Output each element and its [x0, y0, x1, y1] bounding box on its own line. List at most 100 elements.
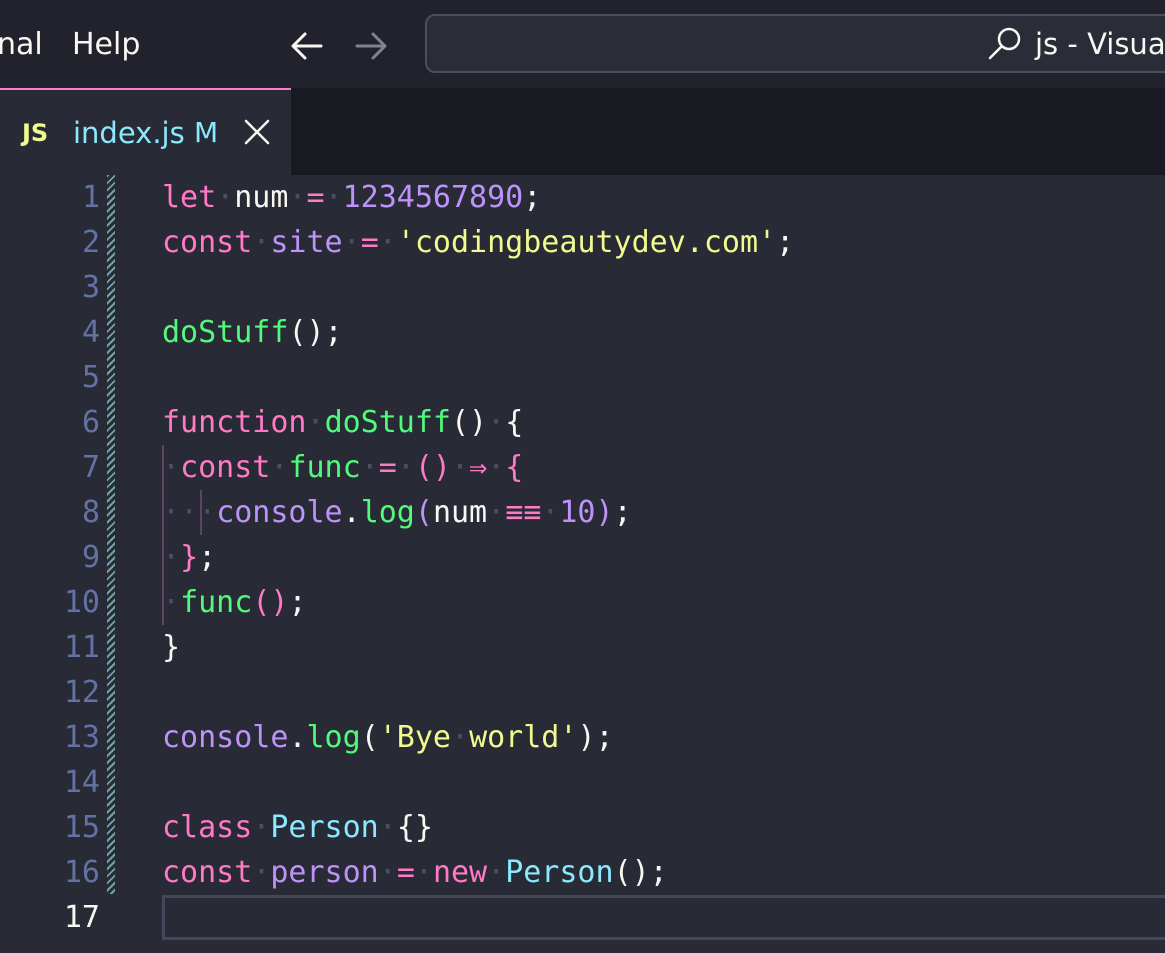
code-token: ·	[162, 540, 181, 575]
line-number: 14	[63, 765, 100, 800]
line-number: 12	[63, 675, 100, 710]
code-token: ·	[162, 495, 181, 530]
code-token: 10	[559, 495, 596, 530]
code-token: ·	[288, 180, 307, 215]
code-token: console	[216, 495, 343, 530]
code-token: ·	[162, 585, 181, 620]
code-token: ·	[378, 810, 397, 845]
code-line[interactable]: }	[162, 625, 180, 670]
window-title: js - Visual	[1035, 27, 1165, 61]
code-line[interactable]: ·func();	[162, 580, 307, 625]
code-token: 'codingbeautydev.com'	[396, 225, 777, 260]
current-line-highlight	[162, 895, 1165, 940]
code-token: {}	[396, 810, 433, 845]
code-token: ·	[252, 810, 271, 845]
code-token: new	[432, 855, 488, 890]
code-token: ;	[198, 540, 217, 575]
code-token: ·	[414, 855, 433, 890]
code-line[interactable]: console.log('Bye·world');	[162, 715, 614, 760]
code-token: ()	[451, 405, 488, 440]
code-line[interactable]: ·};	[162, 535, 216, 580]
code-token: num	[432, 495, 488, 530]
code-token: ·	[360, 450, 379, 485]
code-token: (	[414, 495, 433, 530]
code-token: {	[505, 450, 524, 485]
code-token: ·	[324, 180, 343, 215]
code-token: const	[162, 855, 253, 890]
line-number: 4	[81, 315, 100, 350]
code-token: ·	[451, 720, 470, 755]
code-token: ·	[270, 450, 289, 485]
code-token: }	[180, 540, 199, 575]
code-token: doStuff	[324, 405, 451, 440]
line-number: 15	[63, 810, 100, 845]
code-token: =	[396, 855, 415, 890]
line-number: 16	[63, 855, 100, 890]
code-token: ·	[198, 495, 217, 530]
code-line[interactable]: let·num·=·1234567890;	[162, 175, 541, 220]
code-token: ·	[487, 855, 506, 890]
line-number: 9	[81, 540, 100, 575]
tab-index-js[interactable]: JS index.js M	[0, 88, 291, 175]
close-icon[interactable]	[243, 118, 271, 146]
code-token: site	[270, 225, 343, 260]
code-token: ()	[414, 450, 451, 485]
code-token: {	[505, 405, 524, 440]
code-token: ·	[216, 180, 235, 215]
code-line[interactable]: const·site·=·'codingbeautydev.com';	[162, 220, 794, 265]
code-line[interactable]: const·person·=·new·Person();	[162, 850, 668, 895]
code-token: ·	[252, 855, 271, 890]
code-line[interactable]: class·Person·{}	[162, 805, 433, 850]
line-number: 5	[81, 360, 100, 395]
code-token: .	[288, 720, 307, 755]
code-token: );	[577, 720, 614, 755]
line-number: 11	[63, 630, 100, 665]
code-token: =	[360, 225, 379, 260]
line-number: 2	[81, 225, 100, 260]
code-editor[interactable]: 1 2 3 4 5 6 7 8 9 10 11 12 13 14 15 16 17 let·num·=·1234…	[0, 175, 1165, 953]
code-token: ·	[487, 450, 506, 485]
code-token: ·	[378, 225, 397, 260]
modified-lines-indicator[interactable]	[107, 175, 115, 894]
code-token: doStuff	[162, 315, 289, 350]
line-number: 6	[81, 405, 100, 440]
back-arrow-icon[interactable]	[287, 26, 327, 66]
code-token: function	[162, 405, 307, 440]
code-line[interactable]: function·doStuff()·{	[162, 400, 523, 445]
code-token: }	[162, 630, 181, 665]
line-number-gutter[interactable]: 1 2 3 4 5 6 7 8 9 10 11 12 13 14 15 16 17	[0, 175, 100, 953]
code-line[interactable]: ·const·func·=·()·⇒·{	[162, 445, 523, 490]
code-token: Person	[505, 855, 614, 890]
line-number: 8	[81, 495, 100, 530]
code-token: ·	[451, 450, 470, 485]
code-token: ⇒	[469, 450, 488, 485]
code-token: const	[162, 225, 253, 260]
code-token: console	[162, 720, 289, 755]
code-token: ·	[342, 225, 361, 260]
code-token: num	[234, 180, 289, 215]
code-token: world'	[469, 720, 578, 755]
menu-item-terminal[interactable]: nal	[0, 27, 43, 63]
code-token: ·	[396, 450, 415, 485]
code-token: 1234567890	[342, 180, 524, 215]
code-token: ≡≡	[505, 495, 542, 530]
code-token: ;	[288, 585, 307, 620]
code-token: ·	[378, 855, 397, 890]
title-bar: nal Help js - Visual	[0, 0, 1165, 88]
code-token: 'Bye	[378, 720, 451, 755]
command-center[interactable]: js - Visual	[425, 14, 1165, 73]
code-token: )	[595, 495, 614, 530]
line-number: 7	[81, 450, 100, 485]
line-number: 1	[81, 180, 100, 215]
code-token: person	[270, 855, 379, 890]
line-number: 10	[63, 585, 100, 620]
modified-badge: M	[194, 116, 219, 149]
code-token: =	[378, 450, 397, 485]
code-token: ()	[252, 585, 289, 620]
forward-arrow-icon[interactable]	[351, 26, 391, 66]
code-token: ·	[541, 495, 560, 530]
menu-item-help[interactable]: Help	[72, 27, 140, 63]
code-token: ;	[776, 225, 795, 260]
code-line[interactable]: ···console.log(num·≡≡·10);	[162, 490, 632, 535]
code-line[interactable]: doStuff();	[162, 310, 343, 355]
